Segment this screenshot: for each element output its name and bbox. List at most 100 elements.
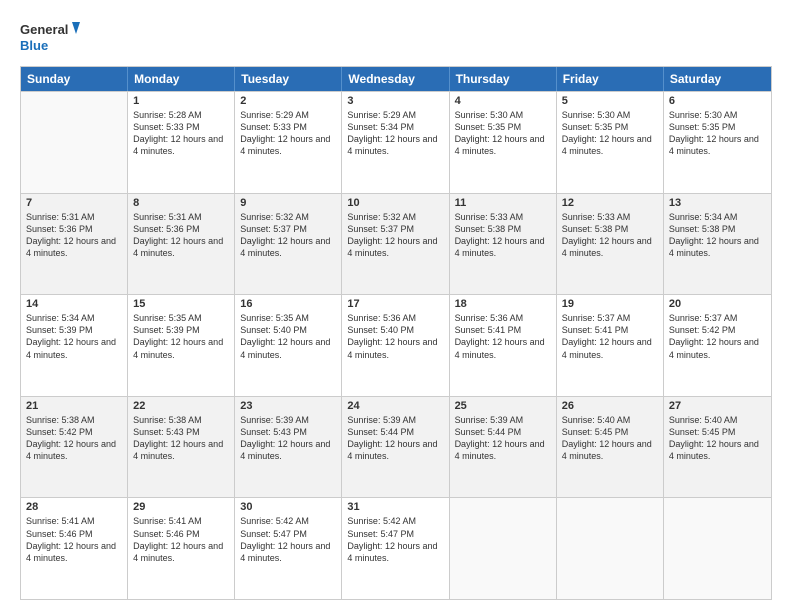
day-number: 3 [347,95,443,107]
empty-cell-4-4 [450,498,557,599]
day-number: 7 [26,197,122,209]
day-cell-21: 21 Sunrise: 5:38 AMSunset: 5:42 PMDayligh… [21,397,128,498]
col-header-tuesday: Tuesday [235,67,342,91]
day-number: 28 [26,501,122,513]
day-number: 2 [240,95,336,107]
calendar-week-1: 1Sunrise: 5:28 AMSunset: 5:33 PMDaylight… [21,91,771,193]
day-cell-2: 2 Sunrise: 5:29 AMSunset: 5:33 PMDaylight… [235,92,342,193]
calendar-week-5: 28 Sunrise: 5:41 AMSunset: 5:46 PMDayligh… [21,497,771,599]
day-cell-15: 15 Sunrise: 5:35 AMSunset: 5:39 PMDayligh… [128,295,235,396]
day-info: Sunrise: 5:41 AMSunset: 5:46 PMDaylight:… [133,515,229,564]
day-info: Sunrise: 5:40 AMSunset: 5:45 PMDaylight:… [562,414,658,463]
day-number: 8 [133,197,229,209]
col-header-monday: Monday [128,67,235,91]
day-info: Sunrise: 5:32 AMSunset: 5:37 PMDaylight:… [347,211,443,260]
day-number: 10 [347,197,443,209]
day-cell-24: 24Sunrise: 5:39 AMSunset: 5:44 PMDayligh… [342,397,449,498]
day-number: 6 [669,95,766,107]
day-info: Sunrise: 5:40 AMSunset: 5:45 PMDaylight:… [669,414,766,463]
col-header-saturday: Saturday [664,67,771,91]
day-number: 9 [240,197,336,209]
day-info: Sunrise: 5:30 AMSunset: 5:35 PMDaylight:… [562,109,658,158]
day-info: Sunrise: 5:36 AMSunset: 5:41 PMDaylight:… [455,312,551,361]
day-cell-29: 29 Sunrise: 5:41 AMSunset: 5:46 PMDayligh… [128,498,235,599]
day-cell-4: 4Sunrise: 5:30 AMSunset: 5:35 PMDaylight… [450,92,557,193]
day-number: 4 [455,95,551,107]
day-info: Sunrise: 5:34 AMSunset: 5:39 PMDaylight:… [26,312,122,361]
day-info: Sunrise: 5:34 AMSunset: 5:38 PMDaylight:… [669,211,766,260]
day-number: 23 [240,400,336,412]
empty-cell-4-6 [664,498,771,599]
day-cell-8: 8 Sunrise: 5:31 AMSunset: 5:36 PMDaylight… [128,194,235,295]
day-cell-26: 26 Sunrise: 5:40 AMSunset: 5:45 PMDayligh… [557,397,664,498]
day-cell-22: 22Sunrise: 5:38 AMSunset: 5:43 PMDayligh… [128,397,235,498]
day-cell-14: 14Sunrise: 5:34 AMSunset: 5:39 PMDayligh… [21,295,128,396]
day-info: Sunrise: 5:33 AMSunset: 5:38 PMDaylight:… [562,211,658,260]
calendar-header-row: SundayMondayTuesdayWednesdayThursdayFrid… [21,67,771,91]
day-number: 5 [562,95,658,107]
day-info: Sunrise: 5:39 AMSunset: 5:43 PMDaylight:… [240,414,336,463]
day-number: 21 [26,400,122,412]
day-cell-5: 5 Sunrise: 5:30 AMSunset: 5:35 PMDaylight… [557,92,664,193]
day-info: Sunrise: 5:38 AMSunset: 5:43 PMDaylight:… [133,414,229,463]
day-number: 19 [562,298,658,310]
day-info: Sunrise: 5:35 AMSunset: 5:39 PMDaylight:… [133,312,229,361]
day-number: 15 [133,298,229,310]
day-cell-11: 11Sunrise: 5:33 AMSunset: 5:38 PMDayligh… [450,194,557,295]
day-number: 16 [240,298,336,310]
day-number: 27 [669,400,766,412]
empty-cell-4-5 [557,498,664,599]
day-cell-20: 20Sunrise: 5:37 AMSunset: 5:42 PMDayligh… [664,295,771,396]
day-cell-1: 1Sunrise: 5:28 AMSunset: 5:33 PMDaylight… [128,92,235,193]
day-cell-6: 6 Sunrise: 5:30 AMSunset: 5:35 PMDaylight… [664,92,771,193]
col-header-thursday: Thursday [450,67,557,91]
day-info: Sunrise: 5:42 AMSunset: 5:47 PMDaylight:… [240,515,336,564]
day-cell-18: 18 Sunrise: 5:36 AMSunset: 5:41 PMDayligh… [450,295,557,396]
day-cell-10: 10 Sunrise: 5:32 AMSunset: 5:37 PMDayligh… [342,194,449,295]
day-cell-31: 31Sunrise: 5:42 AMSunset: 5:47 PMDayligh… [342,498,449,599]
day-info: Sunrise: 5:31 AMSunset: 5:36 PMDaylight:… [26,211,122,260]
day-number: 26 [562,400,658,412]
day-info: Sunrise: 5:29 AMSunset: 5:33 PMDaylight:… [240,109,336,158]
day-cell-23: 23 Sunrise: 5:39 AMSunset: 5:43 PMDayligh… [235,397,342,498]
day-info: Sunrise: 5:32 AMSunset: 5:37 PMDaylight:… [240,211,336,260]
day-number: 11 [455,197,551,209]
day-info: Sunrise: 5:41 AMSunset: 5:46 PMDaylight:… [26,515,122,564]
day-cell-16: 16 Sunrise: 5:35 AMSunset: 5:40 PMDayligh… [235,295,342,396]
day-info: Sunrise: 5:30 AMSunset: 5:35 PMDaylight:… [669,109,766,158]
calendar-week-3: 14Sunrise: 5:34 AMSunset: 5:39 PMDayligh… [21,294,771,396]
day-cell-25: 25 Sunrise: 5:39 AMSunset: 5:44 PMDayligh… [450,397,557,498]
calendar-week-2: 7 Sunrise: 5:31 AMSunset: 5:36 PMDaylight… [21,193,771,295]
day-info: Sunrise: 5:37 AMSunset: 5:42 PMDaylight:… [669,312,766,361]
day-info: Sunrise: 5:35 AMSunset: 5:40 PMDaylight:… [240,312,336,361]
logo: General Blue [20,18,80,56]
calendar-week-4: 21 Sunrise: 5:38 AMSunset: 5:42 PMDayligh… [21,396,771,498]
day-cell-9: 9 Sunrise: 5:32 AMSunset: 5:37 PMDaylight… [235,194,342,295]
day-cell-12: 12Sunrise: 5:33 AMSunset: 5:38 PMDayligh… [557,194,664,295]
day-info: Sunrise: 5:29 AMSunset: 5:34 PMDaylight:… [347,109,443,158]
svg-text:General: General [20,22,68,37]
day-number: 1 [133,95,229,107]
calendar-body: 1Sunrise: 5:28 AMSunset: 5:33 PMDaylight… [21,91,771,599]
day-number: 18 [455,298,551,310]
page: General Blue SundayMondayTuesdayWednesda… [0,0,792,612]
day-number: 31 [347,501,443,513]
day-number: 25 [455,400,551,412]
day-cell-30: 30Sunrise: 5:42 AMSunset: 5:47 PMDayligh… [235,498,342,599]
day-info: Sunrise: 5:39 AMSunset: 5:44 PMDaylight:… [347,414,443,463]
day-number: 13 [669,197,766,209]
day-info: Sunrise: 5:38 AMSunset: 5:42 PMDaylight:… [26,414,122,463]
day-cell-17: 17Sunrise: 5:36 AMSunset: 5:40 PMDayligh… [342,295,449,396]
header: General Blue [20,18,772,56]
day-number: 29 [133,501,229,513]
col-header-sunday: Sunday [21,67,128,91]
day-cell-7: 7 Sunrise: 5:31 AMSunset: 5:36 PMDaylight… [21,194,128,295]
day-info: Sunrise: 5:39 AMSunset: 5:44 PMDaylight:… [455,414,551,463]
day-info: Sunrise: 5:31 AMSunset: 5:36 PMDaylight:… [133,211,229,260]
day-cell-13: 13 Sunrise: 5:34 AMSunset: 5:38 PMDayligh… [664,194,771,295]
day-number: 17 [347,298,443,310]
empty-cell-0-0 [21,92,128,193]
col-header-wednesday: Wednesday [342,67,449,91]
svg-text:Blue: Blue [20,38,48,53]
calendar: SundayMondayTuesdayWednesdayThursdayFrid… [20,66,772,600]
